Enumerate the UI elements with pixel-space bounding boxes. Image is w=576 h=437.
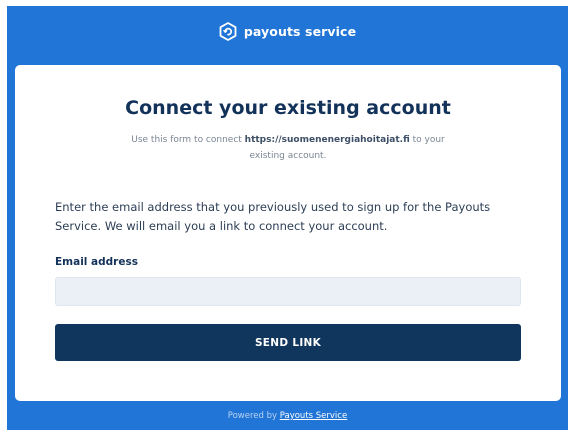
email-field[interactable] <box>55 277 521 306</box>
subtitle-prefix: Use this form to connect <box>131 135 245 145</box>
intro-text: Enter the email address that you previou… <box>55 200 491 233</box>
payouts-logo-icon <box>219 21 237 41</box>
email-label: Email address <box>55 256 138 268</box>
connect-account-card: Connect your existing account Use this f… <box>15 65 561 401</box>
brand-name: payouts service <box>243 23 357 39</box>
powered-by-text: Powered by <box>227 411 278 421</box>
header: payouts service <box>7 6 568 56</box>
subtitle: Use this form to connect https://suomene… <box>115 132 461 164</box>
send-link-button[interactable]: SEND LINK <box>55 324 521 361</box>
payouts-service-link[interactable]: Payouts Service <box>280 411 347 421</box>
site-url: https://suomenenergiahoitajat.fi <box>244 135 410 145</box>
page-background: payouts service Connect your existing ac… <box>7 6 568 430</box>
page-title: Connect your existing account <box>125 97 451 119</box>
footer: Powered by Payouts Service <box>7 411 568 421</box>
